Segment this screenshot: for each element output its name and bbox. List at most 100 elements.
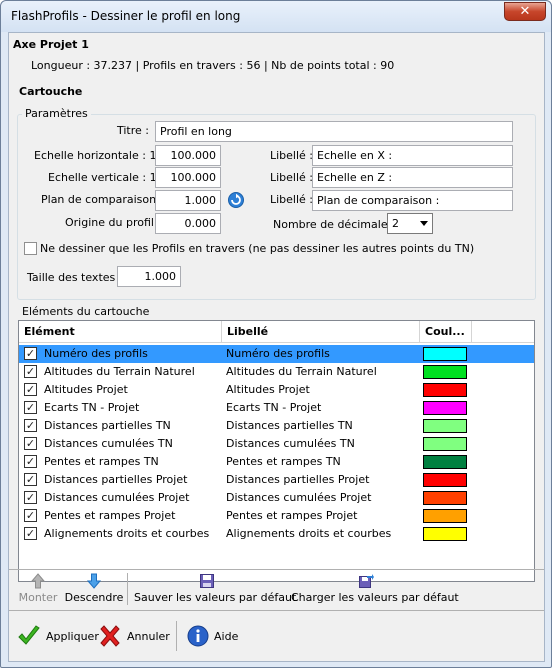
row-element: Pentes et rampes TN (44, 455, 159, 468)
row-checkbox[interactable]: ✓ (24, 455, 37, 468)
echelle-h-input[interactable]: 100.000 (155, 145, 221, 166)
libelle-z-label: Libellé : (270, 171, 314, 184)
row-element: Altitudes du Terrain Naturel (44, 365, 195, 378)
row-libelle: Ecarts TN - Projet (226, 401, 322, 414)
monter-label: Monter (18, 591, 58, 604)
echelle-v-label: Echelle verticale : 1 / (48, 171, 164, 184)
row-checkbox[interactable]: ✓ (24, 509, 37, 522)
row-checkbox[interactable]: ✓ (24, 473, 37, 486)
row-libelle: Distances partielles TN (226, 419, 353, 432)
table-row[interactable]: ✓ Alignements droits et courbes Alignement… (19, 525, 534, 543)
row-libelle: Distances cumulées Projet (226, 491, 372, 504)
row-color-swatch[interactable] (423, 365, 467, 379)
descendre-button[interactable]: Descendre (63, 573, 125, 604)
window-title: FlashProfils - Dessiner le profil en lon… (11, 9, 241, 23)
plan-label: Plan de comparaison : (41, 193, 164, 206)
only-profils-checkbox[interactable] (24, 242, 37, 255)
descendre-label: Descendre (64, 591, 124, 604)
row-color-swatch[interactable] (423, 347, 467, 361)
row-element: Altitudes Projet (44, 383, 128, 396)
appliquer-button[interactable]: Appliquer (17, 624, 99, 648)
row-color-swatch[interactable] (423, 419, 467, 433)
aide-button[interactable]: Aide (187, 624, 247, 648)
titre-label: Titre : (117, 124, 150, 137)
footer-separator (176, 621, 177, 651)
table-row[interactable]: ✓ Numéro des profils Numéro des profils (19, 345, 534, 363)
row-color-swatch[interactable] (423, 383, 467, 397)
origine-label: Origine du profil : (65, 216, 162, 229)
taille-input[interactable]: 1.000 (117, 266, 181, 287)
table-row[interactable]: ✓ Distances partielles TN Distances partie… (19, 417, 534, 435)
close-button[interactable]: ✕ (504, 2, 546, 21)
annuler-button[interactable]: Annuler (98, 624, 170, 648)
row-libelle: Altitudes Projet (226, 383, 310, 396)
save-icon (200, 574, 214, 588)
elements-group-title: Eléments du cartouche (22, 305, 150, 318)
sauver-button[interactable]: Sauver les valeurs par défaut (134, 573, 296, 604)
row-color-swatch[interactable] (423, 491, 467, 505)
row-element: Ecarts TN - Projet (44, 401, 140, 414)
echelle-h-label: Echelle horizontale : 1 / (34, 149, 164, 162)
row-element: Distances partielles TN (44, 419, 171, 432)
row-color-swatch[interactable] (423, 527, 467, 541)
aide-label: Aide (214, 630, 239, 643)
column-couleur[interactable]: Coul... (420, 321, 472, 343)
decimales-select[interactable]: 2 (387, 213, 433, 234)
title-bar: FlashProfils - Dessiner le profil en lon… (1, 1, 551, 32)
row-checkbox[interactable]: ✓ (24, 527, 37, 540)
row-libelle: Distances partielles Projet (226, 473, 370, 486)
table-row[interactable]: ✓ Distances cumulées Projet Distances cumu… (19, 489, 534, 507)
table-row[interactable]: ✓ Distances cumulées TN Distances cumulées… (19, 435, 534, 453)
row-checkbox[interactable]: ✓ (24, 383, 37, 396)
row-checkbox[interactable]: ✓ (24, 437, 37, 450)
dialog-body: Axe Projet 1 Longueur : 37.237 | Profils… (8, 32, 545, 662)
row-checkbox[interactable]: ✓ (24, 491, 37, 504)
table-row[interactable]: ✓ Altitudes du Terrain Naturel Altitudes d… (19, 363, 534, 381)
only-profils-label: Ne dessiner que les Profils en travers (… (40, 242, 475, 255)
table-row[interactable]: ✓ Distances partielles Projet Distances pa… (19, 471, 534, 489)
table-row[interactable]: ✓ Pentes et rampes TN Pentes et rampes TN (19, 453, 534, 471)
plan-input[interactable]: 1.000 (155, 190, 221, 211)
decimales-value: 2 (392, 217, 399, 230)
refresh-icon[interactable] (227, 191, 245, 209)
row-checkbox[interactable]: ✓ (24, 419, 37, 432)
row-color-swatch[interactable] (423, 437, 467, 451)
table-row[interactable]: ✓ Ecarts TN - Projet Ecarts TN - Projet (19, 399, 534, 417)
cartouche-heading: Cartouche (19, 85, 83, 98)
appliquer-label: Appliquer (46, 630, 99, 643)
row-libelle: Pentes et rampes Projet (226, 509, 358, 522)
table-row[interactable]: ✓ Pentes et rampes Projet Pentes et rampes… (19, 507, 534, 525)
charger-button[interactable]: Charger les valeurs par défaut (291, 573, 459, 604)
dialog-window: FlashProfils - Dessiner le profil en lon… (0, 0, 552, 668)
row-checkbox[interactable]: ✓ (24, 365, 37, 378)
column-element[interactable]: Elément (19, 321, 222, 343)
chevron-down-icon (420, 221, 428, 226)
libelle-plan-label: Libellé : (270, 193, 314, 206)
row-color-swatch[interactable] (423, 401, 467, 415)
libelle-z-input[interactable]: Echelle en Z : (312, 167, 513, 188)
row-element: Distances cumulées TN (44, 437, 173, 450)
row-element: Alignements droits et courbes (44, 527, 210, 540)
libelle-plan-input[interactable]: Plan de comparaison : (312, 190, 513, 211)
column-libelle[interactable]: Libellé (222, 321, 420, 343)
origine-input[interactable]: 0.000 (155, 213, 221, 234)
row-color-swatch[interactable] (423, 455, 467, 469)
table-row[interactable]: ✓ Altitudes Projet Altitudes Projet (19, 381, 534, 399)
row-libelle: Alignements droits et courbes (226, 527, 392, 540)
monter-button[interactable]: Monter (17, 573, 59, 604)
row-libelle: Distances cumulées TN (226, 437, 355, 450)
row-libelle: Altitudes du Terrain Naturel (226, 365, 377, 378)
axe-heading: Axe Projet 1 (13, 38, 89, 51)
libelle-x-input[interactable]: Echelle en X : (312, 145, 513, 166)
titre-input[interactable]: Profil en long (155, 121, 513, 142)
row-color-swatch[interactable] (423, 509, 467, 523)
load-icon (359, 574, 374, 588)
cancel-icon (100, 625, 120, 647)
row-libelle: Numéro des profils (226, 347, 330, 360)
row-checkbox[interactable]: ✓ (24, 401, 37, 414)
toolbar-top-divider (9, 569, 544, 570)
row-checkbox[interactable]: ✓ (24, 347, 37, 360)
annuler-label: Annuler (127, 630, 170, 643)
row-color-swatch[interactable] (423, 473, 467, 487)
echelle-v-input[interactable]: 100.000 (155, 167, 221, 188)
